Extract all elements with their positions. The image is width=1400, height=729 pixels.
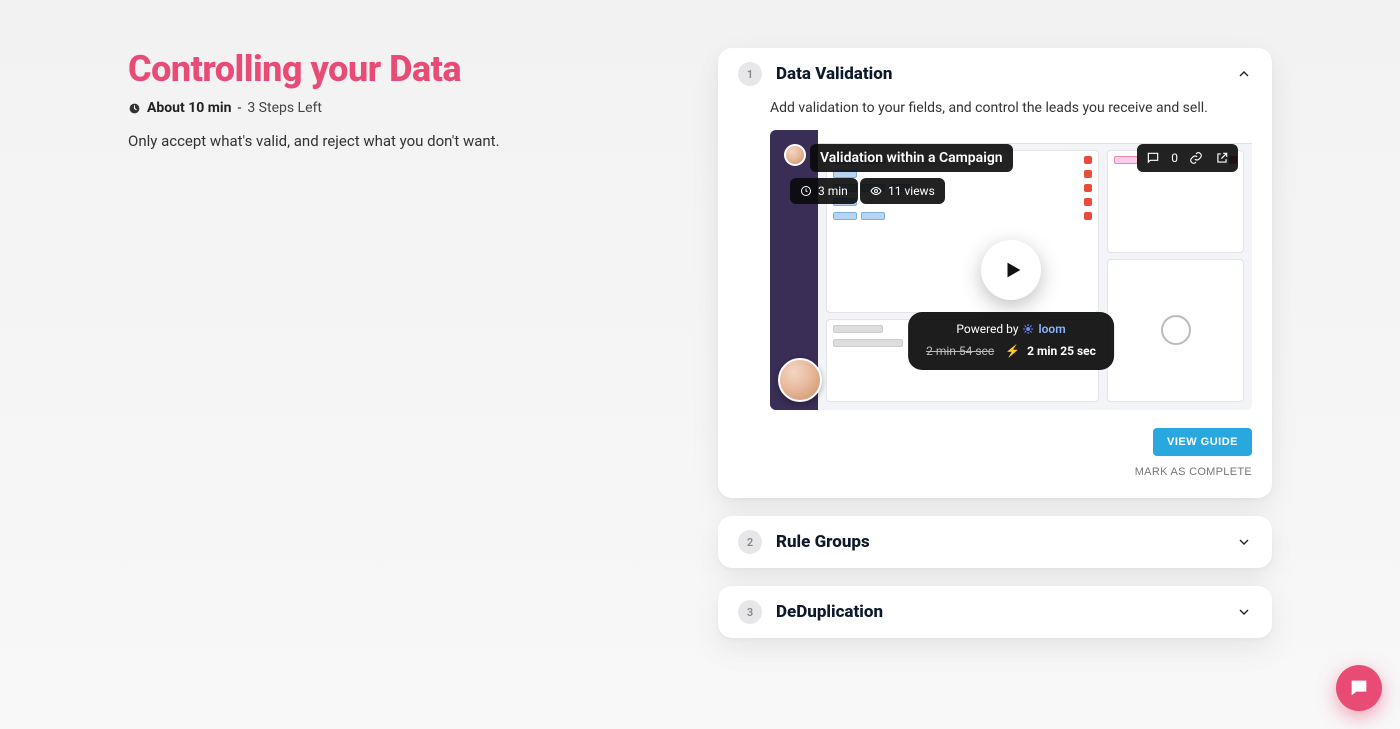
step-card-rule-groups: 2 Rule Groups xyxy=(718,516,1272,568)
steps-left-text: 3 Steps Left xyxy=(247,100,322,116)
step-subtitle: Add validation to your fields, and contr… xyxy=(770,100,1252,116)
step-number-badge: 1 xyxy=(738,62,762,86)
video-title-pill: Validation within a Campaign xyxy=(810,144,1013,172)
step-header[interactable]: 1 Data Validation xyxy=(718,48,1272,100)
meta-separator: - xyxy=(237,100,241,116)
bolt-icon: ⚡ xyxy=(1005,344,1020,358)
comment-icon[interactable] xyxy=(1145,150,1161,166)
page-meta: About 10 min - 3 Steps Left xyxy=(128,100,588,116)
step-number-badge: 2 xyxy=(738,530,762,554)
step-title: DeDuplication xyxy=(776,602,1236,622)
chevron-down-icon xyxy=(1236,534,1252,550)
video-views-text: 11 views xyxy=(888,184,935,198)
external-link-icon[interactable] xyxy=(1214,150,1230,166)
video-duration-text: 3 min xyxy=(818,184,848,198)
step-number-badge: 3 xyxy=(738,600,762,624)
chevron-down-icon xyxy=(1236,604,1252,620)
duration-text: About 10 min xyxy=(147,100,231,116)
loom-logo-icon xyxy=(1023,323,1035,335)
chat-fab[interactable] xyxy=(1336,665,1382,711)
comment-count: 0 xyxy=(1171,151,1178,165)
chevron-up-icon xyxy=(1236,66,1252,82)
page-title: Controlling your Data xyxy=(128,48,588,90)
mark-complete-button[interactable]: MARK AS COMPLETE xyxy=(1135,466,1252,478)
video-duration-pill: 3 min xyxy=(790,178,858,204)
clock-icon xyxy=(128,102,141,115)
step-title: Rule Groups xyxy=(776,532,1236,552)
step-title: Data Validation xyxy=(776,64,1236,84)
loom-brand-text: loom xyxy=(1039,322,1066,336)
video-player[interactable]: Validation within a Campaign 3 min 11 vi… xyxy=(770,130,1252,410)
intro-text: Only accept what's valid, and reject wha… xyxy=(128,132,588,150)
loom-powered-popup: Powered by loom 2 min 54 sec ⚡ 2 min 25 … xyxy=(908,312,1114,370)
step-header[interactable]: 3 DeDuplication xyxy=(718,586,1272,638)
old-time-text: 2 min 54 sec xyxy=(926,344,994,358)
view-guide-button[interactable]: VIEW GUIDE xyxy=(1153,428,1252,456)
new-time-text: 2 min 25 sec xyxy=(1027,344,1096,358)
step-card-deduplication: 3 DeDuplication xyxy=(718,586,1272,638)
presenter-avatar-small xyxy=(784,144,806,166)
video-top-right-controls: 0 xyxy=(1137,144,1238,172)
presenter-avatar xyxy=(778,358,822,402)
step-header[interactable]: 2 Rule Groups xyxy=(718,516,1272,568)
video-views-pill: 11 views xyxy=(860,178,945,204)
step-card-data-validation: 1 Data Validation Add validation to your… xyxy=(718,48,1272,498)
play-button[interactable] xyxy=(981,240,1041,300)
powered-by-text: Powered by xyxy=(956,322,1018,336)
link-icon[interactable] xyxy=(1188,150,1204,166)
